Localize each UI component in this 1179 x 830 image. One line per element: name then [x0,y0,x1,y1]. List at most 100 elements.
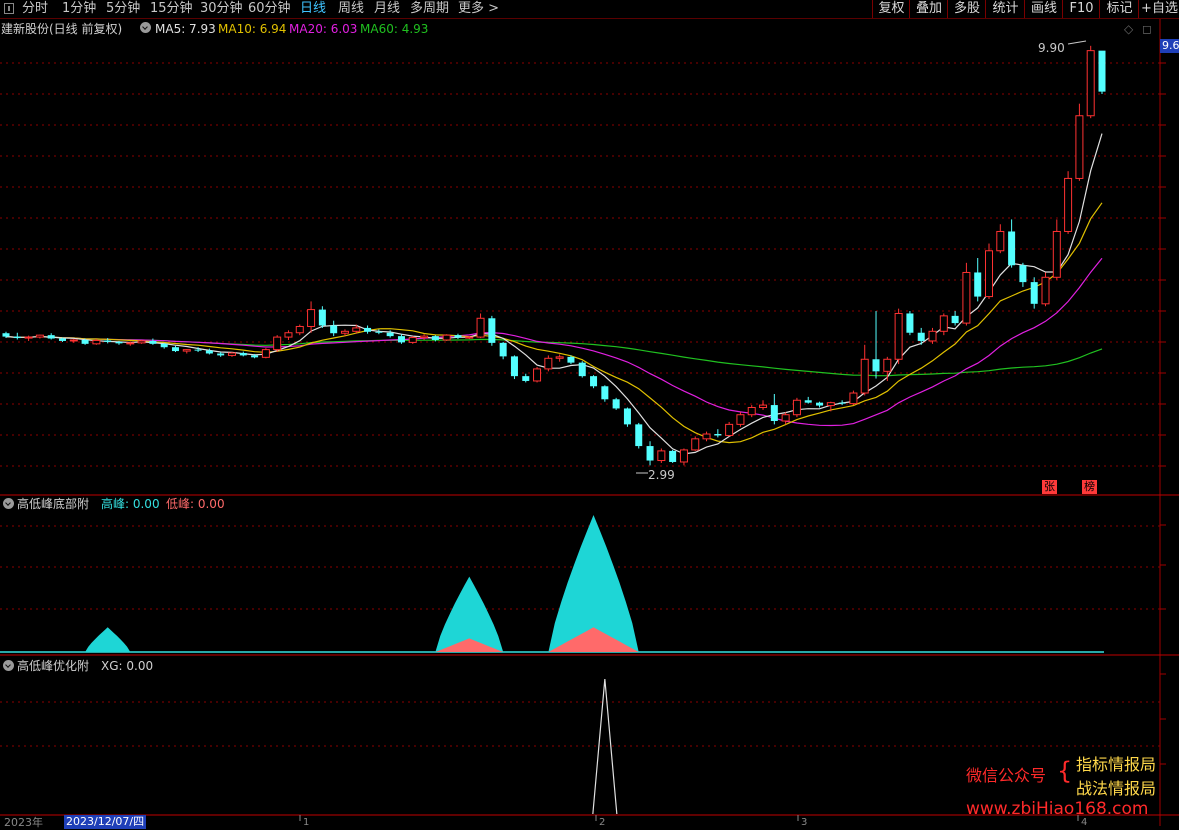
candle-body [273,336,282,351]
candle-body [849,392,858,405]
candle-body [601,386,609,400]
kline-chart: 1234 [0,19,1179,826]
period-tab-1[interactable]: 1分钟 [62,0,96,18]
panel3-collapse-icon[interactable] [3,660,14,671]
candle-body [408,337,417,343]
period-tab-8[interactable]: 月线 [374,0,400,18]
candle-body [1064,177,1073,232]
period-tab-5[interactable]: 60分钟 [248,0,291,18]
menu-icon[interactable] [4,3,14,14]
candle-body [657,450,666,462]
candle-body [340,330,349,334]
candle-body [284,332,293,338]
candle-body [804,400,812,403]
candle-body [115,341,123,344]
candle-body [623,408,631,425]
diamond-icon[interactable]: ◇ [1124,22,1133,36]
month-label: 3 [801,817,807,826]
candle-body [590,376,598,387]
watermark-wechat: 微信公众号 [966,766,1047,785]
candle-body [792,399,801,416]
candle-body [454,335,462,338]
candle-body [533,368,542,382]
candle-body [420,335,429,339]
candle-body [1098,50,1106,92]
candle-body [635,424,643,447]
candle-body [894,312,903,360]
candle-body [669,450,677,462]
collapse-icon[interactable] [140,22,151,33]
candle-body [205,350,213,354]
candle-body [149,340,157,344]
panel2-low-label: 低峰: 0.00 [166,497,225,511]
candle-body [838,402,846,404]
candle-body [928,330,937,342]
low-price-marker: 2.99 [648,468,675,482]
panel3-xg-label: XG: 0.00 [101,659,154,673]
candle-body [13,336,21,339]
period-tab-3[interactable]: 15分钟 [150,0,193,18]
panel3-title: 高低峰优化附 [17,659,90,673]
period-tab-9[interactable]: 多周期 [410,0,449,18]
candle-body [1030,282,1038,304]
toolbar-button-2[interactable]: 多股 [947,0,986,18]
period-tab-10[interactable]: 更多 > [458,0,499,18]
candle-body [679,449,688,463]
toolbar-button-0[interactable]: 复权 [872,0,910,18]
candle-body [736,414,745,425]
candle-body [1052,230,1061,278]
candle-body [1086,50,1095,117]
candle-body [251,355,259,358]
toolbar-button-5[interactable]: F10 [1062,0,1100,18]
toolbar-button-1[interactable]: 叠加 [909,0,948,18]
toolbar-button-6[interactable]: 标记 [1099,0,1139,18]
period-tab-0[interactable]: 分时 [22,0,48,18]
candle-body [714,434,722,436]
candle-body [816,402,824,406]
candle-body [465,336,474,339]
candle-body [295,325,304,334]
toolbar-button-3[interactable]: 统计 [985,0,1025,18]
toolbar-button-4[interactable]: 画线 [1024,0,1063,18]
candle-body [567,356,575,363]
watermark-url: www.zbiHiao168.com [966,799,1149,819]
candle-body [747,406,756,416]
candle-body [386,332,394,337]
period-tab-4[interactable]: 30分钟 [200,0,243,18]
high-price-marker: 9.90 [1038,41,1065,55]
candle-body [951,315,959,324]
candle-body [476,317,485,338]
candle-body [702,433,711,440]
candle-body [939,315,948,332]
candle-body [522,376,530,381]
candle-body [239,352,247,356]
candle-body [1041,276,1050,305]
candle-body [555,356,564,359]
candle-body [58,338,66,341]
toolbar-button-7[interactable]: +自选 [1138,0,1179,18]
chart-bg [0,19,1179,826]
panel2-collapse-icon[interactable] [3,498,14,509]
candle-body [612,399,620,409]
period-tab-2[interactable]: 5分钟 [106,0,140,18]
candle-body [126,342,135,345]
bang-badge[interactable]: 榜 [1082,480,1097,494]
candle-body [261,349,270,358]
candle-body [488,318,496,343]
candle-body [194,349,202,351]
candle-body [318,309,326,326]
candle-body [725,423,734,436]
period-tab-7[interactable]: 周线 [338,0,364,18]
restore-icon[interactable]: ◻ [1142,22,1152,36]
zhang-badge[interactable]: 张 [1042,480,1057,494]
candle-body [330,325,338,334]
candle-body [578,362,586,377]
candle-body [770,405,778,421]
candle-body [69,339,78,342]
candle-body [499,342,507,357]
month-label: 2 [599,817,605,826]
candle-body [860,358,869,394]
candle-body [781,414,790,422]
period-tab-6[interactable]: 日线 [300,0,326,18]
watermark-name2: 战法情报局 [1076,779,1157,798]
